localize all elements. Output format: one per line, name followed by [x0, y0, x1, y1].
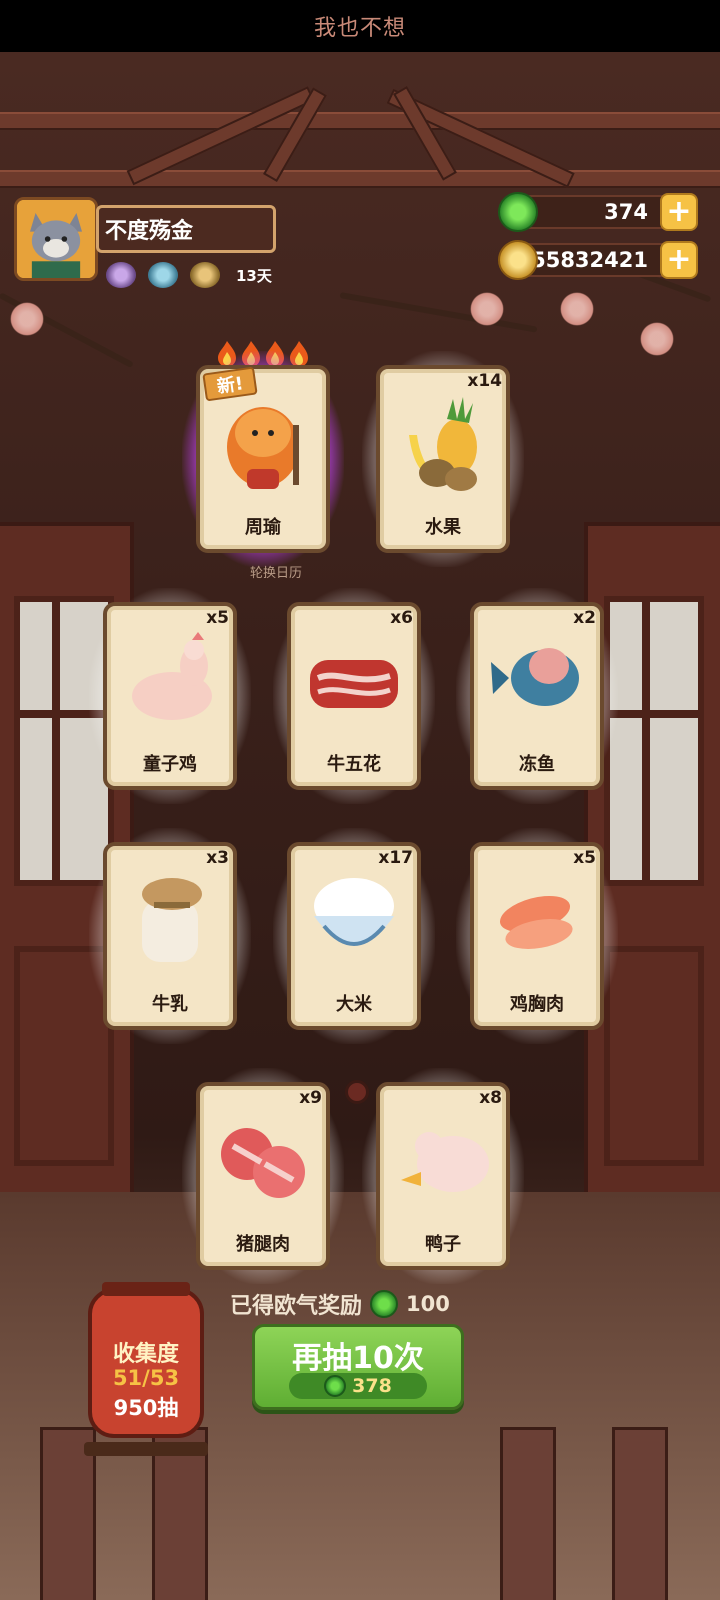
milk-jar-icon: [142, 878, 202, 962]
card-item[interactable]: x5 鸡胸肉: [456, 828, 618, 1044]
frozen-fish-icon: [491, 648, 579, 706]
fence-post: [500, 1427, 556, 1600]
character-buff-icon[interactable]: [106, 262, 136, 288]
add-jade-button[interactable]: +: [660, 193, 698, 231]
draw-again-button[interactable]: 再抽10次 378: [252, 1324, 464, 1410]
card-item[interactable]: x2 冻鱼: [456, 588, 618, 804]
wolf-avatar-icon: [17, 200, 95, 278]
card-name: 鸭子: [425, 1234, 461, 1255]
card-name: 冻鱼: [519, 754, 555, 775]
roof-beam: [0, 112, 720, 130]
blossom-icon: [10, 302, 44, 336]
zhou-yu-character-icon: [227, 407, 299, 489]
jade-currency: 374 +: [498, 192, 698, 232]
draw-again-label: 再抽10次: [292, 1341, 424, 1376]
roof-beam: [0, 170, 720, 188]
blossom-icon: [470, 292, 504, 326]
card-name: 周瑜: [245, 517, 281, 538]
blossom-icon: [560, 292, 594, 326]
draw-cost: 378: [289, 1373, 427, 1399]
reward-line: 已得欧气奖励 100: [230, 1288, 450, 1320]
fence-post: [612, 1427, 668, 1600]
reward-value: 100: [406, 1292, 450, 1316]
card-item[interactable]: x6 牛五花: [273, 588, 435, 804]
roof-rafter: [393, 86, 457, 181]
bowl-buff-icon[interactable]: [148, 262, 178, 288]
card-name: 牛乳: [152, 994, 188, 1015]
gold-coin-icon: [498, 240, 538, 280]
center-ornament-icon: [345, 1080, 369, 1104]
collection-draws: 950抽: [113, 1396, 179, 1420]
chicken-breast-icon: [499, 895, 573, 949]
rice-bowl-icon: [314, 878, 394, 946]
pork-leg-icon: [221, 1128, 305, 1198]
card-name: 大米: [336, 994, 372, 1015]
blossom-branch: [339, 292, 538, 333]
draw-cost-value: 378: [352, 1375, 392, 1397]
chicken-icon: [132, 632, 212, 720]
gold-currency: 55832421 +: [498, 240, 698, 280]
player-name-bar: 不度殇金: [96, 205, 276, 253]
duck-icon: [401, 1132, 489, 1192]
fruit-icon: [409, 397, 477, 491]
buff-days: 13天: [236, 266, 272, 285]
rotation-calendar-label: 轮换日历: [249, 566, 302, 581]
card-name: 童子鸡: [143, 754, 197, 775]
top-title: 我也不想: [313, 16, 406, 41]
card-item[interactable]: x8 鸭子: [362, 1068, 524, 1284]
card-name: 鸡胸肉: [510, 994, 564, 1015]
key-buff-icon[interactable]: [190, 262, 220, 288]
collection-lantern[interactable]: 收集度 51/53 950抽: [84, 1282, 208, 1456]
card-name: 水果: [425, 517, 461, 538]
status-topbar: 我也不想: [0, 0, 720, 52]
card-item[interactable]: x14 水果: [362, 351, 524, 567]
collection-progress: 51/53: [112, 1366, 180, 1390]
buff-row: 13天: [106, 262, 272, 288]
jade-coin-icon: [370, 1290, 399, 1318]
jade-coin-icon: [498, 192, 538, 232]
reward-label: 已得欧气奖励: [230, 1294, 363, 1319]
card-name: 猪腿肉: [236, 1234, 290, 1255]
player-name: 不度殇金: [105, 219, 194, 244]
card-item[interactable]: x17 大米: [273, 828, 435, 1044]
jade-coin-icon: [324, 1375, 347, 1397]
gold-amount: 55832421: [520, 243, 676, 277]
collection-label: 收集度: [112, 1342, 179, 1367]
add-gold-button[interactable]: +: [660, 241, 698, 279]
blossom-icon: [640, 322, 674, 356]
card-item[interactable]: x3 牛乳: [89, 828, 251, 1044]
card-item[interactable]: x5 童子鸡: [89, 588, 251, 804]
card-name: 牛五花: [327, 754, 381, 775]
beef-belly-icon: [310, 660, 398, 708]
player-avatar[interactable]: [14, 197, 98, 281]
jade-amount: 374: [520, 195, 676, 229]
card-item[interactable]: x9 猪腿肉: [182, 1068, 344, 1284]
